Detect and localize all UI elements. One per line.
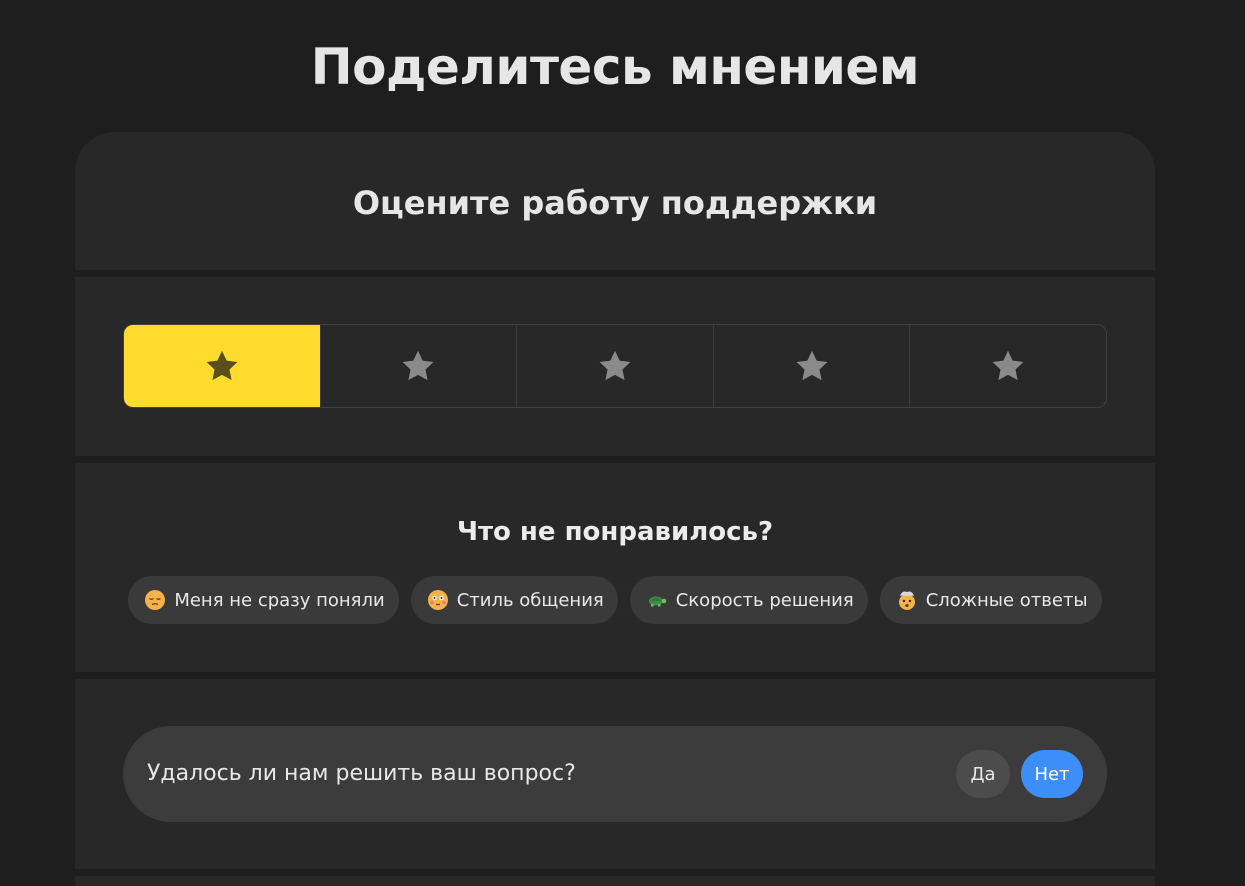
star-icon (402, 350, 434, 381)
chip-label: Сложные ответы (925, 589, 1088, 611)
chip-communication-style[interactable]: Стиль общения (410, 576, 618, 624)
chip-resolution-speed[interactable]: Скорость решения (629, 576, 868, 624)
resolution-card: Удалось ли нам решить ваш вопрос? Да Нет (75, 679, 1155, 869)
chip-label: Меня не сразу поняли (174, 589, 385, 611)
star-2-button[interactable] (319, 325, 517, 407)
star-3-button[interactable] (516, 325, 713, 407)
star-5-button[interactable] (909, 325, 1106, 407)
star-rating (123, 324, 1107, 408)
rating-card (75, 277, 1155, 456)
chip-label: Стиль общения (456, 589, 604, 611)
rating-card-header: Оцените работу поддержки (75, 132, 1155, 270)
star-icon (206, 350, 238, 381)
yes-button[interactable]: Да (956, 750, 1010, 798)
rating-title: Оцените работу поддержки (352, 184, 878, 222)
chip-misunderstood[interactable]: Меня не сразу поняли (128, 576, 399, 624)
no-button[interactable]: Нет (1021, 750, 1083, 798)
star-icon (599, 350, 631, 381)
dislike-chips: Меня не сразу поняли Стиль общения Скоро… (75, 576, 1155, 624)
star-1-button[interactable] (124, 325, 320, 407)
chip-complex-answers[interactable]: Сложные ответы (879, 576, 1102, 624)
dislike-card: Что не понравилось? Меня не сразу поняли… (75, 463, 1155, 672)
page-title: Поделитесь мнением (310, 38, 920, 96)
star-4-button[interactable] (712, 325, 910, 407)
dislike-title: Что не понравилось? (456, 517, 774, 547)
star-icon (796, 350, 828, 381)
turtle-icon (648, 596, 667, 607)
flushed-face-icon (427, 590, 448, 610)
exploding-head-icon (898, 591, 915, 610)
resolution-question-bar: Удалось ли нам решить ваш вопрос? Да Нет (123, 726, 1107, 822)
chip-label: Скорость решения (675, 589, 854, 611)
pensive-face-icon (145, 590, 166, 610)
next-card-edge (75, 876, 1155, 886)
resolution-question: Удалось ли нам решить ваш вопрос? (147, 761, 576, 786)
star-icon (992, 350, 1024, 381)
